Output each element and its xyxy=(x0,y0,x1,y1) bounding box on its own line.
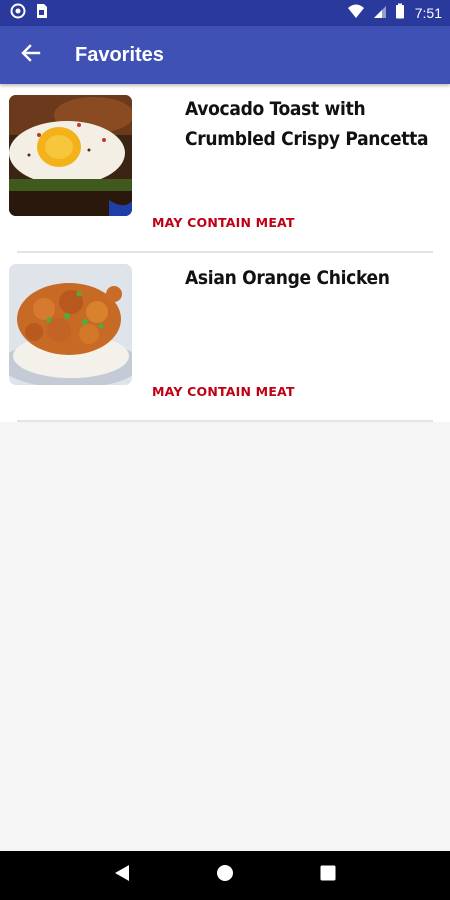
favorites-list: Avocado Toast with Crumbled Crispy Pance… xyxy=(0,84,450,422)
nav-recents-button[interactable] xyxy=(308,856,348,896)
recipe-thumbnail[interactable] xyxy=(9,95,132,216)
arrow-back-icon xyxy=(21,43,41,68)
home-circle-icon xyxy=(216,864,234,887)
avocado-toast-egg-photo xyxy=(9,95,132,216)
notification-circle-icon xyxy=(10,3,26,24)
recipe-title: Avocado Toast with Crumbled Crispy Pance… xyxy=(185,98,429,150)
app-bar: Favorites xyxy=(0,26,450,84)
sim-card-icon xyxy=(34,3,48,24)
wifi-icon xyxy=(347,3,365,24)
orange-chicken-rice-photo xyxy=(9,264,132,385)
cell-signal-icon xyxy=(373,3,387,24)
recents-square-icon xyxy=(320,865,336,886)
page-title: Favorites xyxy=(75,43,164,66)
status-right: 7:51 xyxy=(347,3,442,24)
recipe-thumbnail[interactable] xyxy=(9,264,132,385)
system-nav-bar xyxy=(0,851,450,900)
divider xyxy=(17,420,433,422)
status-bar: 7:51 xyxy=(0,0,450,26)
battery-icon xyxy=(395,3,405,24)
status-left xyxy=(10,3,48,24)
status-time: 7:51 xyxy=(414,5,442,21)
back-triangle-icon xyxy=(114,864,130,887)
recipe-card[interactable]: Avocado Toast with Crumbled Crispy Pance… xyxy=(0,84,450,253)
recipe-title: Asian Orange Chicken xyxy=(185,267,390,289)
meat-warning-label: MAY CONTAIN MEAT xyxy=(152,384,295,399)
nav-home-button[interactable] xyxy=(205,856,245,896)
nav-back-button[interactable] xyxy=(102,856,142,896)
meat-warning-label: MAY CONTAIN MEAT xyxy=(152,215,295,230)
recipe-card[interactable]: Asian Orange Chicken MAY CONTAIN MEAT xyxy=(0,253,450,422)
back-button[interactable] xyxy=(3,27,59,83)
